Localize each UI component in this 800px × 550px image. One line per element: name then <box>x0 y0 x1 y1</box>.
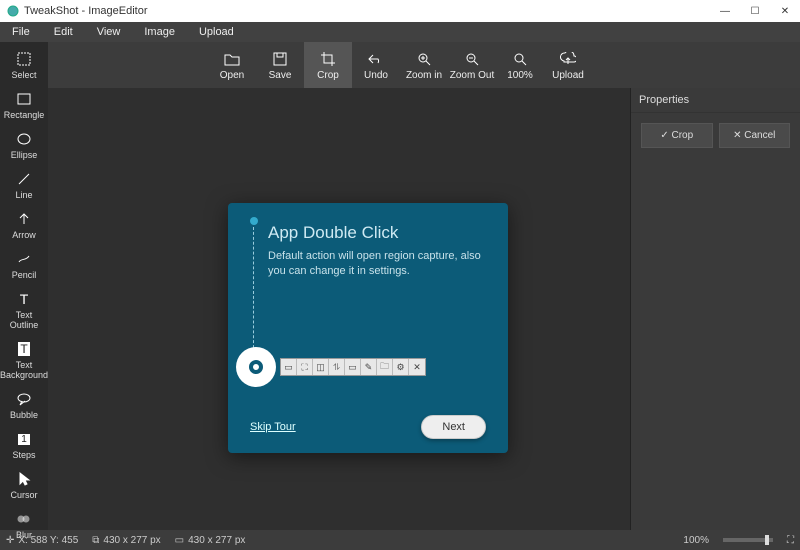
title-bar: TweakShot - ImageEditor — ☐ ✕ <box>0 0 800 22</box>
zoom-100-button[interactable]: 100% <box>496 42 544 88</box>
open-button[interactable]: Open <box>208 42 256 88</box>
steps-icon: 1 <box>15 430 33 448</box>
line-icon <box>15 170 33 188</box>
zoom-slider[interactable] <box>723 538 773 542</box>
selection-icon: ⧉ <box>92 535 99 546</box>
tools-sidebar: Select Rectangle Ellipse Line Arrow Penc… <box>0 42 48 530</box>
status-image-size: ▭430 x 277 px <box>175 535 246 546</box>
mini-scroll-icon: ⥮ <box>329 359 345 375</box>
menu-upload[interactable]: Upload <box>187 22 246 42</box>
save-icon <box>273 50 287 68</box>
ellipse-icon <box>15 130 33 148</box>
tool-line[interactable]: Line <box>2 166 46 206</box>
fit-screen-icon[interactable]: ⛶ <box>787 535 794 546</box>
status-bar: ✛X: 588 Y: 455 ⧉430 x 277 px ▭430 x 277 … <box>0 530 800 550</box>
save-button[interactable]: Save <box>256 42 304 88</box>
rectangle-icon <box>15 90 33 108</box>
upload-button[interactable]: Upload <box>544 42 592 88</box>
mini-region-icon: ◫ <box>313 359 329 375</box>
bubble-icon <box>15 390 33 408</box>
menu-image[interactable]: Image <box>132 22 187 42</box>
upload-icon <box>560 50 576 68</box>
mini-folder-icon: 🗀 <box>377 359 393 375</box>
tool-bubble[interactable]: Bubble <box>2 386 46 426</box>
properties-title: Properties <box>631 88 800 113</box>
tool-rectangle[interactable]: Rectangle <box>2 86 46 126</box>
zoom-out-button[interactable]: Zoom Out <box>448 42 496 88</box>
tool-pixelate[interactable]: Pixelate <box>2 546 46 550</box>
undo-icon <box>368 50 384 68</box>
menu-file[interactable]: File <box>0 22 42 42</box>
undo-button[interactable]: Undo <box>352 42 400 88</box>
tool-text-background[interactable]: T Text Background <box>2 336 46 386</box>
zoom-100-icon <box>513 50 527 68</box>
crop-button[interactable]: Crop <box>304 42 352 88</box>
app-icon <box>6 4 20 18</box>
crop-icon <box>321 50 335 68</box>
arrow-icon <box>15 210 33 228</box>
maximize-button[interactable]: ☐ <box>740 0 770 22</box>
image-size-icon: ▭ <box>175 535 184 546</box>
properties-panel: Properties ✓ Crop ✕ Cancel <box>630 88 800 530</box>
tool-arrow[interactable]: Arrow <box>2 206 46 246</box>
pencil-icon <box>15 250 33 268</box>
mini-toolbar: ▭ ⛶ ◫ ⥮ ▭ ✎ 🗀 ⚙ ✕ <box>280 358 426 376</box>
tour-body: Default action will open region capture,… <box>268 249 486 280</box>
top-toolbar: Open Save Crop Undo Zoom in Zoom Out 100… <box>48 42 800 88</box>
mini-fullscreen-icon: ⛶ <box>297 359 313 375</box>
mini-settings-icon: ⚙ <box>393 359 409 375</box>
text-outline-icon: T <box>15 290 33 308</box>
cursor-icon <box>15 470 33 488</box>
crop-confirm-button[interactable]: ✓ Crop <box>641 123 713 148</box>
menu-edit[interactable]: Edit <box>42 22 85 42</box>
status-cursor: ✛X: 588 Y: 455 <box>6 535 78 546</box>
menu-bar: File Edit View Image Upload <box>0 22 800 42</box>
tour-title: App Double Click <box>268 223 486 243</box>
tour-dot-icon <box>250 217 258 225</box>
crosshair-icon: ✛ <box>6 535 14 546</box>
tool-select[interactable]: Select <box>2 46 46 86</box>
tour-connector <box>253 227 254 353</box>
tour-target-ring <box>236 347 276 387</box>
tool-pencil[interactable]: Pencil <box>2 246 46 286</box>
zoom-out-icon <box>465 50 479 68</box>
tool-text-outline[interactable]: T Text Outline <box>2 286 46 336</box>
work-area: Open Save Crop Undo Zoom in Zoom Out 100… <box>48 42 800 530</box>
tool-cursor[interactable]: Cursor <box>2 466 46 506</box>
mini-window-icon: ▭ <box>281 359 297 375</box>
canvas[interactable]: Properties ✓ Crop ✕ Cancel App Double Cl… <box>48 88 800 530</box>
mini-close-icon: ✕ <box>409 359 425 375</box>
tour-card: App Double Click Default action will ope… <box>228 203 508 453</box>
next-button[interactable]: Next <box>421 415 486 439</box>
crop-cancel-button[interactable]: ✕ Cancel <box>719 123 791 148</box>
mini-edit-icon: ✎ <box>361 359 377 375</box>
close-button[interactable]: ✕ <box>770 0 800 22</box>
tool-ellipse[interactable]: Ellipse <box>2 126 46 166</box>
text-bg-icon: T <box>15 340 33 358</box>
status-zoom: 100% <box>683 535 709 546</box>
select-icon <box>15 50 33 68</box>
zoom-in-button[interactable]: Zoom in <box>400 42 448 88</box>
open-icon <box>224 50 240 68</box>
main-area: Select Rectangle Ellipse Line Arrow Penc… <box>0 42 800 530</box>
menu-view[interactable]: View <box>85 22 133 42</box>
status-selection-size: ⧉430 x 277 px <box>92 535 160 546</box>
window-title: TweakShot - ImageEditor <box>24 5 148 17</box>
zoom-in-icon <box>417 50 431 68</box>
mini-video-icon: ▭ <box>345 359 361 375</box>
tool-steps[interactable]: 1 Steps <box>2 426 46 466</box>
minimize-button[interactable]: — <box>710 0 740 22</box>
blur-icon <box>15 510 33 528</box>
skip-tour-link[interactable]: Skip Tour <box>250 421 296 433</box>
